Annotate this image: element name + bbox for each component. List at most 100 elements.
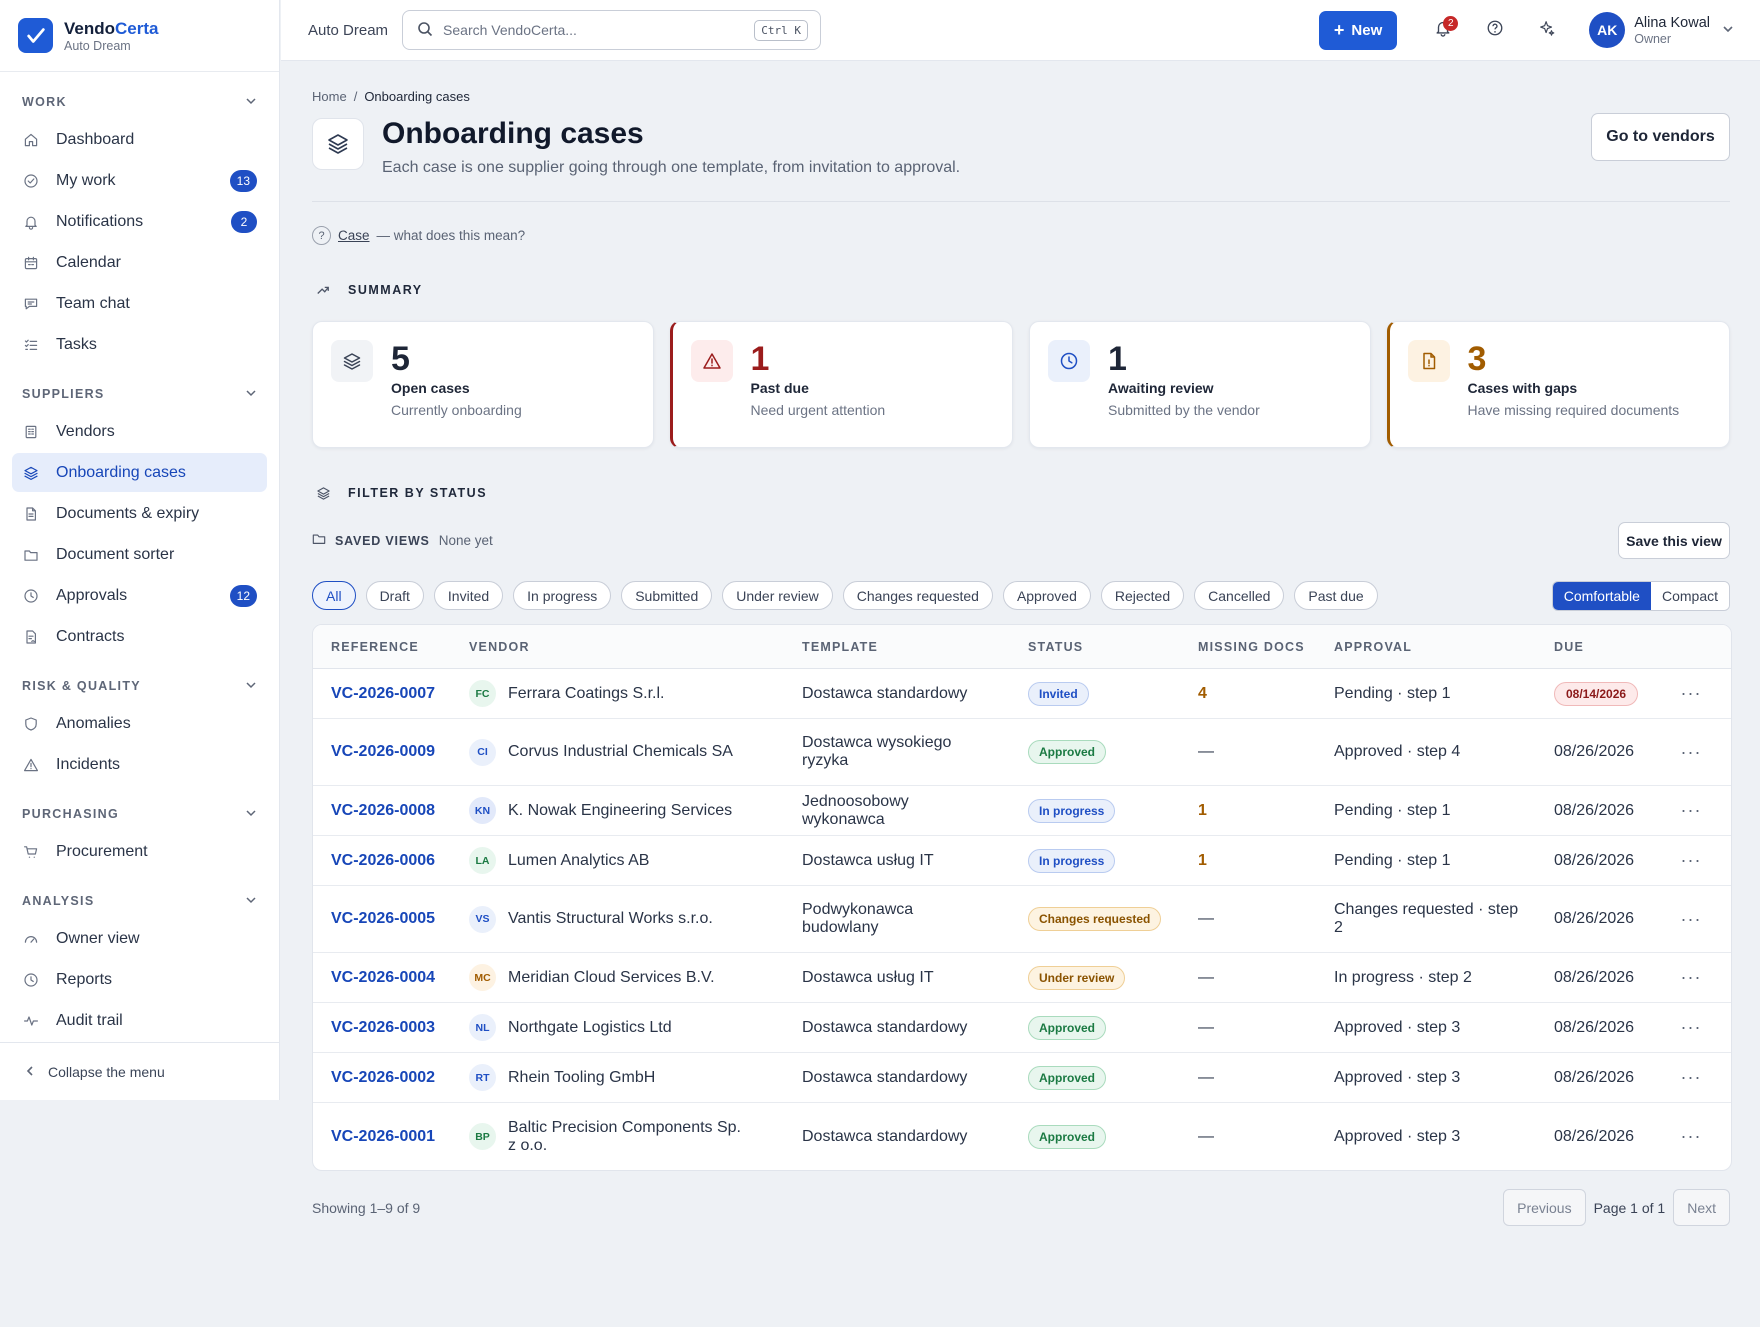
more-actions-icon[interactable]: ··· (1681, 800, 1702, 820)
sidebar-item-team-chat[interactable]: Team chat (12, 284, 267, 323)
table-row[interactable]: VC-2026-0008 KN K. Nowak Engineering Servi… (313, 786, 1731, 836)
vendor-name[interactable]: Vantis Structural Works s.r.o. (508, 910, 753, 928)
vendor-name[interactable]: Ferrara Coatings S.r.l. (508, 685, 705, 703)
more-actions-icon[interactable]: ··· (1681, 1126, 1702, 1146)
status-chip-rejected[interactable]: Rejected (1100, 581, 1185, 610)
nav-section-header[interactable]: RISK & QUALITY (12, 670, 267, 702)
summary-card-open-cases[interactable]: 5 Open cases Currently onboarding (312, 321, 654, 448)
next-page-button[interactable]: Next (1673, 1189, 1730, 1226)
sidebar-item-audit-trail[interactable]: Audit trail (12, 1001, 267, 1040)
status-chip-past-due[interactable]: Past due (1294, 581, 1378, 610)
column-header-template[interactable]: TEMPLATE (784, 625, 1010, 669)
previous-page-button[interactable]: Previous (1503, 1189, 1586, 1226)
summary-card-past-due[interactable]: 1 Past due Need urgent attention (669, 321, 1013, 448)
term-link[interactable]: Case (338, 228, 370, 243)
vendor-name[interactable]: Meridian Cloud Services B.V. (508, 969, 755, 987)
help-button[interactable] (1478, 13, 1512, 47)
collapse-menu-button[interactable]: Collapse the menu (0, 1042, 279, 1100)
nav-section-header[interactable]: WORK (12, 86, 267, 118)
column-header-vendor[interactable]: VENDOR (451, 625, 784, 669)
case-reference-link[interactable]: VC-2026-0007 (331, 685, 435, 702)
vendor-name[interactable]: K. Nowak Engineering Services (508, 802, 772, 820)
status-chip-under-review[interactable]: Under review (722, 581, 833, 610)
new-button[interactable]: + New (1318, 10, 1398, 50)
status-chip-submitted[interactable]: Submitted (621, 581, 713, 610)
sidebar-item-procurement[interactable]: Procurement (12, 832, 267, 871)
case-reference-link[interactable]: VC-2026-0006 (331, 852, 435, 869)
sidebar-item-tasks[interactable]: Tasks (12, 325, 267, 364)
table-row[interactable]: VC-2026-0006 LA Lumen Analytics AB Dostawca… (313, 836, 1731, 886)
sidebar-item-contracts[interactable]: Contracts (12, 617, 267, 656)
vendor-name[interactable]: Baltic Precision Components Sp. z o.o. (508, 1119, 784, 1155)
sidebar-item-anomalies[interactable]: Anomalies (12, 704, 267, 743)
status-chip-draft[interactable]: Draft (365, 581, 424, 610)
search-input[interactable]: Search VendoCerta... Ctrl K (402, 10, 822, 50)
status-chip-invited[interactable]: Invited (433, 581, 504, 610)
save-view-button[interactable]: Save this view (1618, 522, 1730, 559)
vendor-name[interactable]: Northgate Logistics Ltd (508, 1019, 712, 1037)
sidebar-item-owner-view[interactable]: Owner view (12, 919, 267, 958)
breadcrumb-home[interactable]: Home (312, 89, 347, 104)
case-reference-link[interactable]: VC-2026-0008 (331, 802, 435, 819)
status-chip-all[interactable]: All (312, 581, 356, 610)
column-header-status[interactable]: STATUS (1010, 625, 1180, 669)
density-compact-button[interactable]: Compact (1650, 582, 1729, 610)
case-reference-link[interactable]: VC-2026-0004 (331, 969, 435, 986)
summary-card-cases-with-gaps[interactable]: 3 Cases with gaps Have missing required do… (1386, 321, 1730, 448)
sidebar-item-notifications[interactable]: Notifications 2 (12, 202, 267, 241)
case-reference-link[interactable]: VC-2026-0003 (331, 1019, 435, 1036)
table-row[interactable]: VC-2026-0004 MC Meridian Cloud Services B.… (313, 953, 1731, 1003)
table-row[interactable]: VC-2026-0003 NL Northgate Logistics Ltd Dos… (313, 1003, 1731, 1053)
sidebar-item-approvals[interactable]: Approvals 12 (12, 576, 267, 615)
sidebar-item-dashboard[interactable]: Dashboard (12, 120, 267, 159)
sidebar-item-vendors[interactable]: Vendors (12, 412, 267, 451)
vendor-name[interactable]: Corvus Industrial Chemicals SA (508, 743, 773, 761)
table-row[interactable]: VC-2026-0005 VS Vantis Structural Works s.… (313, 886, 1731, 953)
status-chip-cancelled[interactable]: Cancelled (1194, 581, 1285, 610)
notifications-button[interactable]: 2 (1426, 13, 1460, 47)
sidebar-item-onboarding-cases[interactable]: Onboarding cases (12, 453, 267, 492)
column-header-missing-docs[interactable]: MISSING DOCS (1180, 625, 1316, 669)
summary-card-awaiting-review[interactable]: 1 Awaiting review Submitted by the vendor (1029, 321, 1371, 448)
more-actions-icon[interactable]: ··· (1681, 1067, 1702, 1087)
table-header-row: REFERENCE VENDOR TEMPLATE STATUS MISSING DOC… (313, 625, 1731, 669)
sidebar-item-my-work[interactable]: My work 13 (12, 161, 267, 200)
building-icon (22, 423, 40, 441)
column-header-approval[interactable]: APPROVAL (1316, 625, 1536, 669)
more-actions-icon[interactable]: ··· (1681, 850, 1702, 870)
vendor-name[interactable]: Rhein Tooling GmbH (508, 1069, 695, 1087)
table-row[interactable]: VC-2026-0002 RT Rhein Tooling GmbH Dostawca… (313, 1053, 1731, 1103)
more-actions-icon[interactable]: ··· (1681, 967, 1702, 987)
sidebar-item-reports[interactable]: Reports (12, 960, 267, 999)
user-menu[interactable]: AK Alina Kowal Owner (1589, 12, 1734, 48)
more-actions-icon[interactable]: ··· (1681, 1017, 1702, 1037)
status-chip-changes-requested[interactable]: Changes requested (842, 581, 993, 610)
status-chip-in-progress[interactable]: In progress (513, 581, 612, 610)
more-actions-icon[interactable]: ··· (1681, 742, 1702, 762)
assistant-button[interactable] (1530, 13, 1564, 47)
go-to-vendors-button[interactable]: Go to vendors (1591, 113, 1730, 161)
more-actions-icon[interactable]: ··· (1681, 683, 1702, 703)
sidebar-item-document-sorter[interactable]: Document sorter (12, 535, 267, 574)
sidebar-item-incidents[interactable]: Incidents (12, 745, 267, 784)
nav-section-header[interactable]: ANALYSIS (12, 885, 267, 917)
table-row[interactable]: VC-2026-0001 BP Baltic Precision Component… (313, 1103, 1731, 1170)
sidebar-item-calendar[interactable]: Calendar (12, 243, 267, 282)
sidebar-item-documents-and-expiry[interactable]: Documents & expiry (12, 494, 267, 533)
nav-section-header[interactable]: SUPPLIERS (12, 378, 267, 410)
column-header-due[interactable]: DUE (1536, 625, 1651, 669)
density-comfortable-button[interactable]: Comfortable (1552, 582, 1651, 610)
case-reference-link[interactable]: VC-2026-0005 (331, 910, 435, 927)
vendor-name[interactable]: Lumen Analytics AB (508, 852, 689, 870)
nav-section-header[interactable]: PURCHASING (12, 798, 267, 830)
case-reference-link[interactable]: VC-2026-0009 (331, 743, 435, 760)
column-header-reference[interactable]: REFERENCE (313, 625, 451, 669)
table-row[interactable]: VC-2026-0007 FC Ferrara Coatings S.r.l. Dos… (313, 669, 1731, 719)
case-reference-link[interactable]: VC-2026-0001 (331, 1128, 435, 1145)
more-actions-icon[interactable]: ··· (1681, 909, 1702, 929)
status-chip-approved[interactable]: Approved (1002, 581, 1091, 610)
table-row[interactable]: VC-2026-0009 CI Corvus Industrial Chemical… (313, 719, 1731, 786)
cell-template: Dostawca standardowy (784, 1003, 1010, 1053)
brand[interactable]: VendoCerta Auto Dream (0, 0, 279, 72)
case-reference-link[interactable]: VC-2026-0002 (331, 1069, 435, 1086)
